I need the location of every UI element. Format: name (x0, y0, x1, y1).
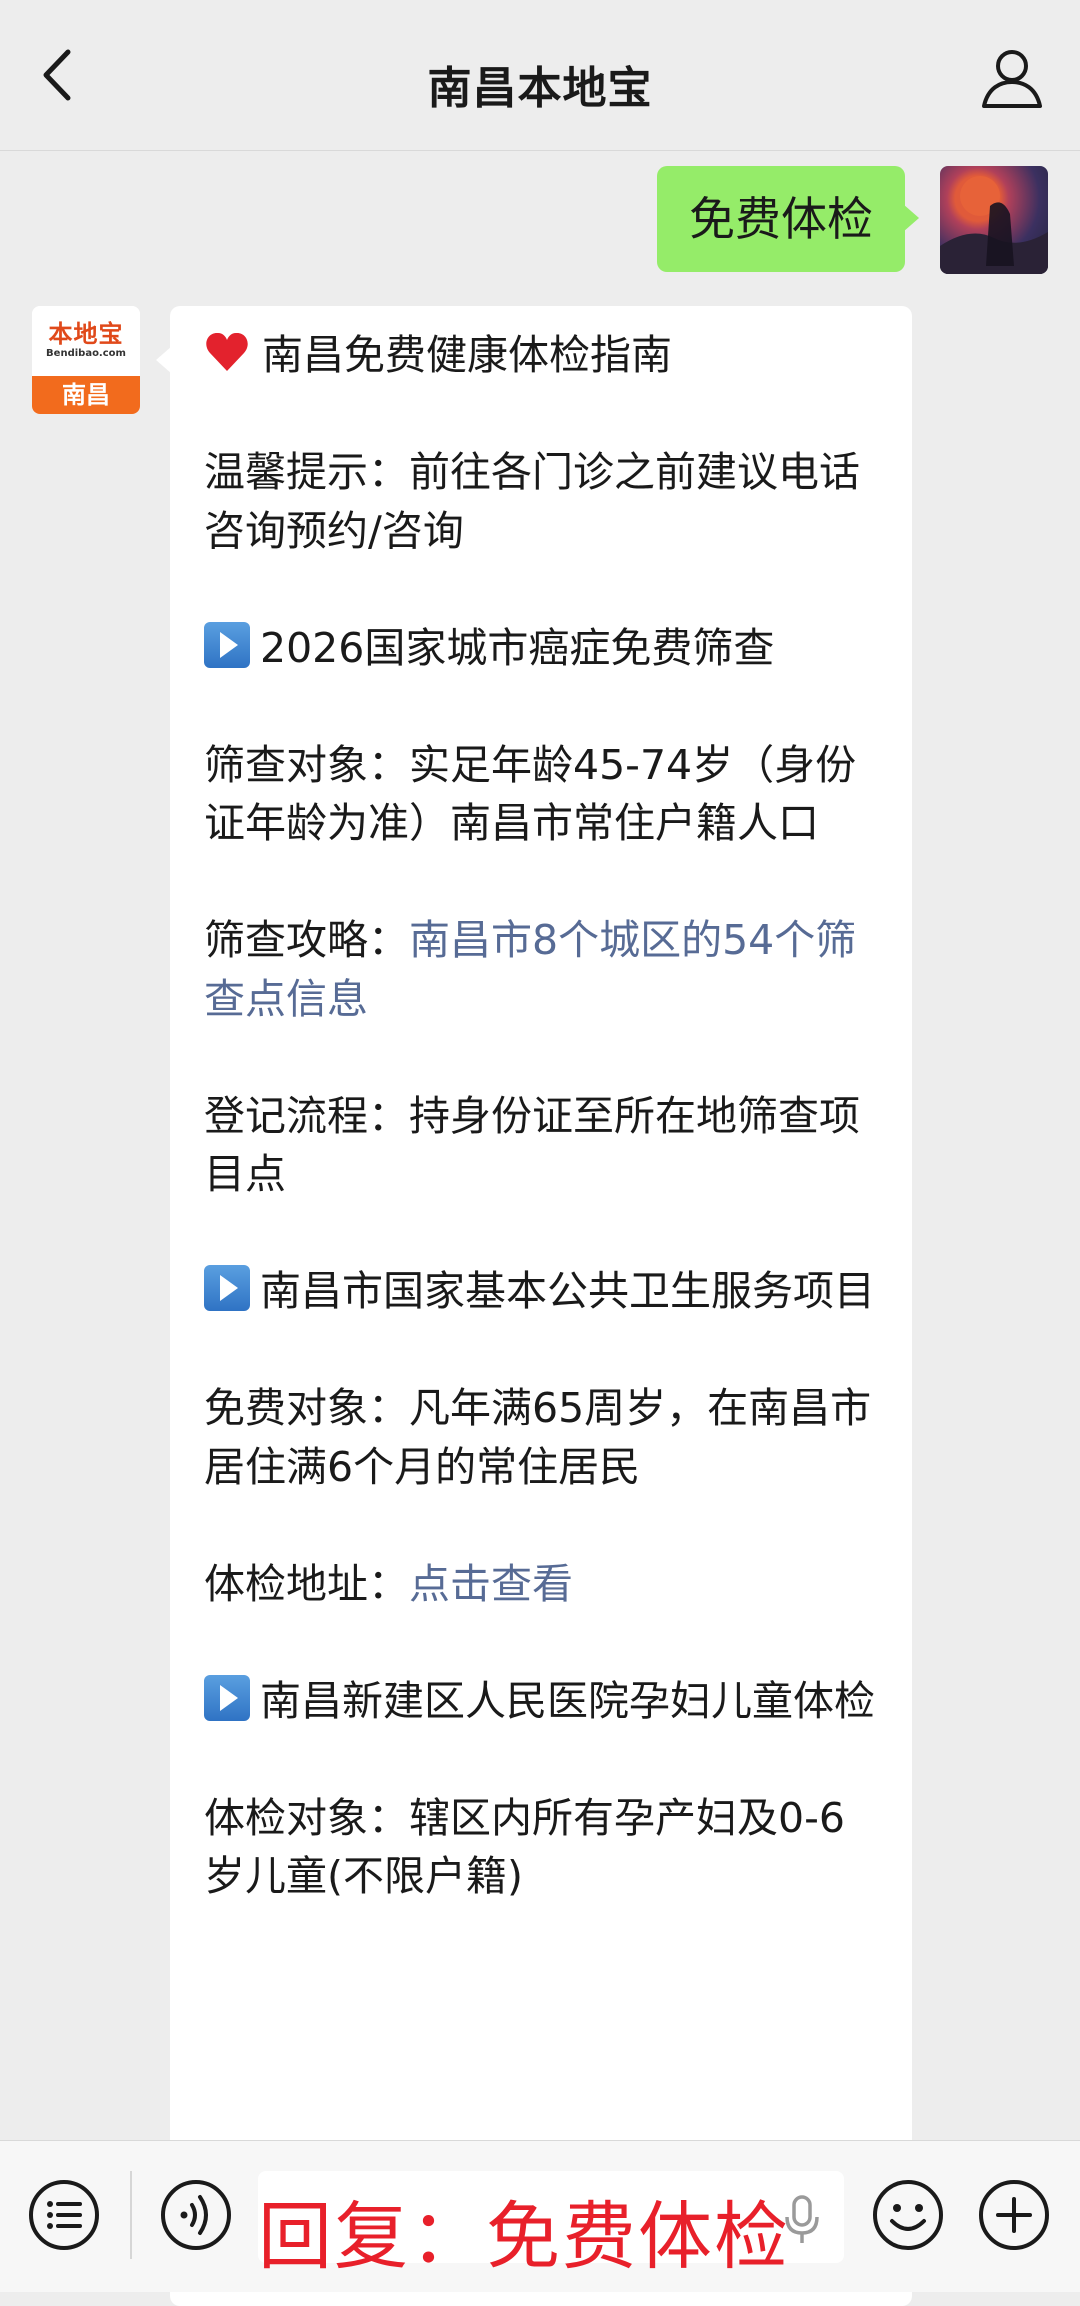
menu-icon[interactable] (26, 2177, 102, 2253)
bot-logo-text: 本地宝 (48, 320, 124, 348)
view-address-link[interactable]: 点击查看 (409, 1560, 573, 1608)
section-title-1-text: 2026国家城市癌症免费筛查 (260, 623, 775, 672)
bot-city-label: 南昌 (32, 376, 140, 414)
section-1-guide: 筛查攻略：南昌市8个城区的54个筛查点信息 (204, 911, 884, 1028)
guide-heading: 南昌免费健康体检指南 (262, 331, 672, 379)
mic-icon[interactable] (782, 2195, 822, 2245)
emoji-icon[interactable] (870, 2177, 946, 2253)
bot-message-content: 南昌免费健康体检指南 温馨提示：前往各门诊之前建议电话咨询预约/咨询 2026国… (204, 326, 884, 1964)
play-icon (204, 1674, 250, 1721)
section-title-3-text: 南昌新建区人民医院孕妇儿童体检 (260, 1676, 875, 1725)
guide-heading-line: 南昌免费健康体检指南 (204, 326, 884, 385)
chat-title: 南昌本地宝 (427, 63, 653, 114)
section-2-address-label: 体检地址： (204, 1559, 409, 1608)
voice-icon[interactable] (158, 2177, 234, 2253)
message-input[interactable]: 回复：免费体检 (258, 2171, 844, 2280)
section-title-1: 2026国家城市癌症免费筛查 (204, 619, 884, 678)
section-3-target: 体检对象：辖区内所有孕产妇及0-6岁儿童(不限户籍) (204, 1793, 845, 1901)
section-title-3: 南昌新建区人民医院孕妇儿童体检 (204, 1672, 884, 1731)
section-1-guide-label: 筛查攻略： (204, 916, 409, 964)
bot-logo: 本地宝 Bendibao.com (32, 306, 140, 370)
play-icon (204, 621, 250, 668)
section-2-target: 免费对象：凡年满65周岁，在南昌市居住满6个月的常住居民 (204, 1384, 872, 1491)
bar-divider (130, 2171, 132, 2259)
bot-logo-subtext: Bendibao.com (46, 348, 126, 359)
bot-avatar[interactable]: 本地宝 Bendibao.com 南昌 (32, 306, 140, 414)
chat-header: 南昌本地宝 (0, 0, 1080, 151)
section-2-address: 体检地址：点击查看 (204, 1555, 884, 1614)
self-message-bubble[interactable]: 免费体检 (657, 166, 919, 272)
profile-icon[interactable] (974, 40, 1050, 116)
section-1-process: 登记流程：持身份证至所在地筛查项目点 (204, 1091, 860, 1199)
self-avatar-image (940, 176, 1048, 274)
plus-icon[interactable] (976, 2177, 1052, 2253)
section-title-2: 南昌市国家基本公共卫生服务项目 (204, 1262, 884, 1321)
bot-message-bubble: 南昌免费健康体检指南 温馨提示：前往各门诊之前建议电话咨询预约/咨询 2026国… (156, 306, 912, 2306)
message-input-text: 回复：免费体检 (258, 2194, 790, 2280)
self-avatar[interactable] (940, 166, 1048, 274)
section-title-2-text: 南昌市国家基本公共卫生服务项目 (260, 1267, 875, 1315)
self-message: 免费体检 (657, 166, 919, 272)
tip-text: 温馨提示：前往各门诊之前建议电话咨询预约/咨询 (204, 448, 860, 555)
heart-icon (206, 332, 248, 371)
section-1-target: 筛查对象：实足年龄45-74岁（身份证年龄为准）南昌市常住户籍人口 (204, 740, 857, 848)
play-icon (204, 1265, 250, 1311)
input-bar: 回复：免费体检 (0, 2140, 1080, 2292)
